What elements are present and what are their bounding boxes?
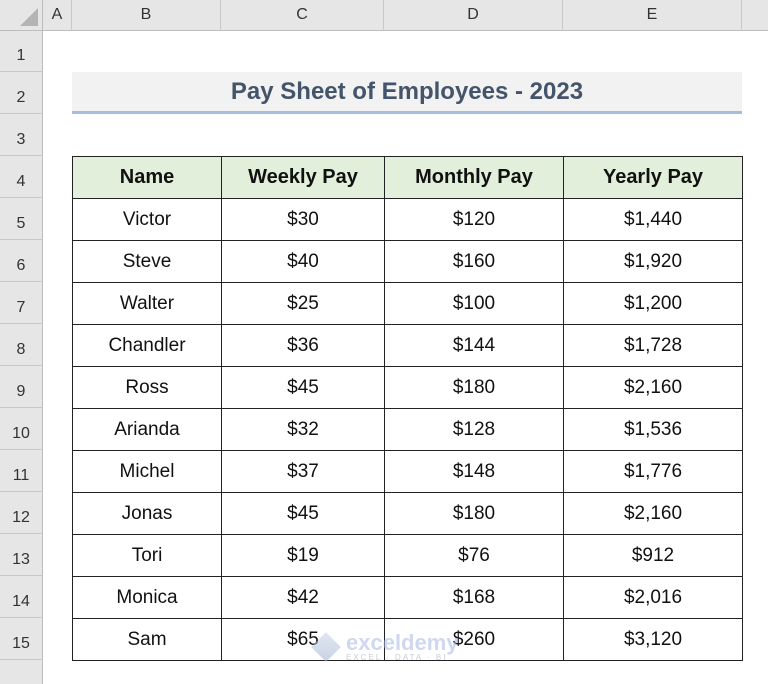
column-header-a[interactable]: A xyxy=(43,0,72,31)
column-header-b[interactable]: B xyxy=(72,0,221,31)
yearly-pay-cell[interactable]: $1,920 xyxy=(563,240,743,283)
table-row: Tori $19 $76 $912 xyxy=(72,534,743,577)
weekly-pay-cell[interactable]: $65 xyxy=(221,618,385,661)
sheet-title-cell[interactable]: Pay Sheet of Employees - 2023 xyxy=(72,72,742,114)
table-row: Sam $65 $260 $3,120 xyxy=(72,618,743,661)
yearly-pay-cell[interactable]: $912 xyxy=(563,534,743,577)
row-header-15[interactable]: 15 xyxy=(0,618,43,660)
name-cell[interactable]: Steve xyxy=(72,240,222,283)
weekly-pay-cell[interactable]: $37 xyxy=(221,450,385,493)
monthly-pay-cell[interactable]: $144 xyxy=(384,324,564,367)
yearly-pay-cell[interactable]: $1,536 xyxy=(563,408,743,451)
row-header-9[interactable]: 9 xyxy=(0,366,43,408)
table-row: Arianda $32 $128 $1,536 xyxy=(72,408,743,451)
name-cell[interactable]: Victor xyxy=(72,198,222,241)
row-header-3[interactable]: 3 xyxy=(0,114,43,156)
row-header-13[interactable]: 13 xyxy=(0,534,43,576)
column-header-f[interactable] xyxy=(742,0,768,31)
row-header-5[interactable]: 5 xyxy=(0,198,43,240)
monthly-pay-cell[interactable]: $168 xyxy=(384,576,564,619)
header-name[interactable]: Name xyxy=(72,156,222,199)
name-cell[interactable]: Tori xyxy=(72,534,222,577)
row-header-11[interactable]: 11 xyxy=(0,450,43,492)
weekly-pay-cell[interactable]: $45 xyxy=(221,492,385,535)
header-monthly-pay[interactable]: Monthly Pay xyxy=(384,156,564,199)
row-header-4[interactable]: 4 xyxy=(0,156,43,198)
row-header-14[interactable]: 14 xyxy=(0,576,43,618)
yearly-pay-cell[interactable]: $2,160 xyxy=(563,492,743,535)
monthly-pay-cell[interactable]: $100 xyxy=(384,282,564,325)
weekly-pay-cell[interactable]: $42 xyxy=(221,576,385,619)
weekly-pay-cell[interactable]: $45 xyxy=(221,366,385,409)
select-all-triangle-icon xyxy=(20,8,38,26)
yearly-pay-cell[interactable]: $1,728 xyxy=(563,324,743,367)
yearly-pay-cell[interactable]: $3,120 xyxy=(563,618,743,661)
table-row: Walter $25 $100 $1,200 xyxy=(72,282,743,325)
name-cell[interactable]: Ross xyxy=(72,366,222,409)
yearly-pay-cell[interactable]: $2,016 xyxy=(563,576,743,619)
yearly-pay-cell[interactable]: $2,160 xyxy=(563,366,743,409)
select-all-corner[interactable] xyxy=(0,0,43,31)
row-header-12[interactable]: 12 xyxy=(0,492,43,534)
weekly-pay-cell[interactable]: $32 xyxy=(221,408,385,451)
name-cell[interactable]: Sam xyxy=(72,618,222,661)
row-header-6[interactable]: 6 xyxy=(0,240,43,282)
table-row: Steve $40 $160 $1,920 xyxy=(72,240,743,283)
yearly-pay-cell[interactable]: $1,200 xyxy=(563,282,743,325)
table-row: Jonas $45 $180 $2,160 xyxy=(72,492,743,535)
yearly-pay-cell[interactable]: $1,440 xyxy=(563,198,743,241)
name-cell[interactable]: Arianda xyxy=(72,408,222,451)
header-yearly-pay[interactable]: Yearly Pay xyxy=(563,156,743,199)
weekly-pay-cell[interactable]: $30 xyxy=(221,198,385,241)
monthly-pay-cell[interactable]: $160 xyxy=(384,240,564,283)
monthly-pay-cell[interactable]: $148 xyxy=(384,450,564,493)
table-row: Michel $37 $148 $1,776 xyxy=(72,450,743,493)
pay-table: Name Weekly Pay Monthly Pay Yearly Pay V… xyxy=(72,156,743,661)
weekly-pay-cell[interactable]: $19 xyxy=(221,534,385,577)
name-cell[interactable]: Michel xyxy=(72,450,222,493)
table-row: Victor $30 $120 $1,440 xyxy=(72,198,743,241)
row-header-10[interactable]: 10 xyxy=(0,408,43,450)
yearly-pay-cell[interactable]: $1,776 xyxy=(563,450,743,493)
weekly-pay-cell[interactable]: $25 xyxy=(221,282,385,325)
name-cell[interactable]: Chandler xyxy=(72,324,222,367)
weekly-pay-cell[interactable]: $36 xyxy=(221,324,385,367)
row-header-7[interactable]: 7 xyxy=(0,282,43,324)
header-weekly-pay[interactable]: Weekly Pay xyxy=(221,156,385,199)
table-header-row: Name Weekly Pay Monthly Pay Yearly Pay xyxy=(72,156,743,199)
monthly-pay-cell[interactable]: $180 xyxy=(384,492,564,535)
row-header-2[interactable]: 2 xyxy=(0,72,43,114)
row-header-8[interactable]: 8 xyxy=(0,324,43,366)
monthly-pay-cell[interactable]: $180 xyxy=(384,366,564,409)
name-cell[interactable]: Jonas xyxy=(72,492,222,535)
monthly-pay-cell[interactable]: $76 xyxy=(384,534,564,577)
row-header-16[interactable] xyxy=(0,660,43,684)
column-header-d[interactable]: D xyxy=(384,0,563,31)
monthly-pay-cell[interactable]: $128 xyxy=(384,408,564,451)
name-cell[interactable]: Monica xyxy=(72,576,222,619)
monthly-pay-cell[interactable]: $260 xyxy=(384,618,564,661)
name-cell[interactable]: Walter xyxy=(72,282,222,325)
column-header-c[interactable]: C xyxy=(221,0,384,31)
row-header-1[interactable]: 1 xyxy=(0,31,43,72)
sheet-title: Pay Sheet of Employees - 2023 xyxy=(230,77,584,105)
monthly-pay-cell[interactable]: $120 xyxy=(384,198,564,241)
table-row: Monica $42 $168 $2,016 xyxy=(72,576,743,619)
column-header-e[interactable]: E xyxy=(563,0,742,31)
table-row: Chandler $36 $144 $1,728 xyxy=(72,324,743,367)
weekly-pay-cell[interactable]: $40 xyxy=(221,240,385,283)
table-row: Ross $45 $180 $2,160 xyxy=(72,366,743,409)
